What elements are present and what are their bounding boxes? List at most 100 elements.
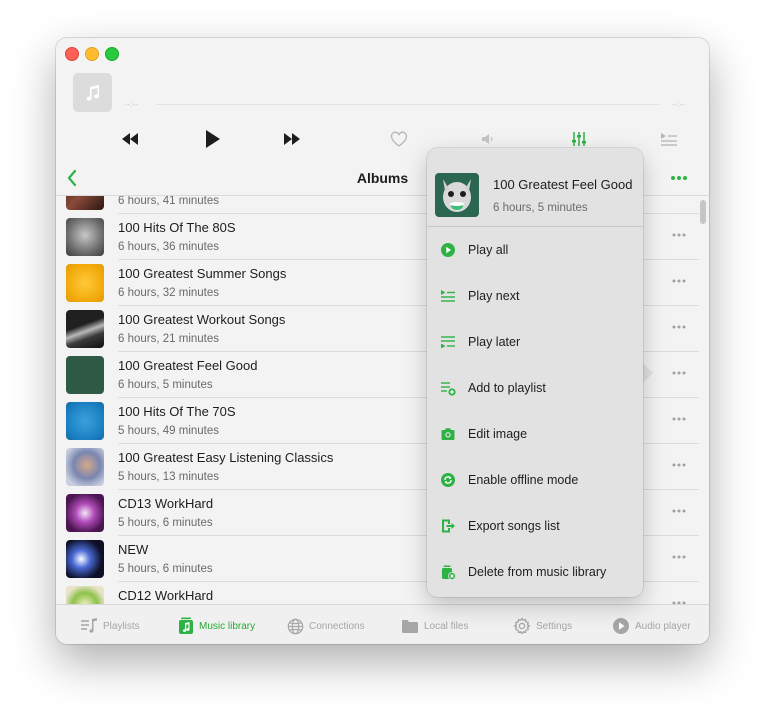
camera-icon bbox=[441, 428, 455, 440]
menu-item-label: Edit image bbox=[468, 427, 528, 441]
album-duration: 5 hours, 6 minutes bbox=[118, 517, 213, 529]
tab-music-library[interactable]: Music library bbox=[178, 616, 255, 636]
album-duration: 5 hours, 6 minutes bbox=[118, 563, 213, 575]
album-duration: 6 hours, 21 minutes bbox=[118, 333, 220, 345]
tab-connections[interactable]: Connections bbox=[287, 616, 365, 636]
equalizer-button[interactable] bbox=[567, 128, 591, 150]
minimize-window-button[interactable] bbox=[85, 47, 99, 61]
row-more-button[interactable] bbox=[668, 504, 690, 518]
album-duration: 6 hours, 41 minutes bbox=[118, 196, 220, 207]
ellipsis-icon bbox=[672, 233, 686, 237]
play-circle-icon bbox=[613, 618, 629, 634]
row-more-button[interactable] bbox=[668, 550, 690, 564]
ellipsis-icon bbox=[672, 371, 686, 375]
row-more-button[interactable] bbox=[668, 274, 690, 288]
volume-button[interactable] bbox=[476, 128, 500, 150]
album-artwork bbox=[66, 402, 104, 440]
popover-album-duration: 6 hours, 5 minutes bbox=[493, 202, 588, 214]
menu-item-enable-offline-mode[interactable]: Enable offline mode bbox=[427, 465, 643, 495]
album-name: 100 Greatest Summer Songs bbox=[118, 266, 287, 281]
album-artwork bbox=[66, 586, 104, 604]
tab-local-files[interactable]: Local files bbox=[401, 616, 468, 636]
tab-audio-player[interactable]: Audio player bbox=[612, 616, 691, 636]
folder-icon bbox=[402, 619, 418, 633]
menu-item-label: Play later bbox=[468, 335, 521, 349]
offline-sync-icon bbox=[441, 473, 455, 487]
fast-forward-button[interactable] bbox=[280, 128, 304, 150]
now-playing-artwork bbox=[73, 73, 112, 112]
playlists-icon bbox=[81, 618, 97, 633]
ellipsis-icon bbox=[672, 463, 686, 467]
row-more-button[interactable] bbox=[668, 228, 690, 242]
heart-icon bbox=[390, 131, 408, 147]
play-button[interactable] bbox=[200, 128, 224, 150]
menu-item-add-to-playlist[interactable]: Add to playlist bbox=[427, 373, 643, 403]
rewind-button[interactable] bbox=[118, 128, 142, 150]
album-name: 100 Hits Of The 80S bbox=[118, 220, 236, 235]
row-more-button[interactable] bbox=[668, 320, 690, 334]
ellipsis-icon bbox=[672, 509, 686, 513]
music-library-icon bbox=[179, 617, 193, 634]
list-scrollbar[interactable] bbox=[700, 200, 706, 224]
tab-settings[interactable]: Settings bbox=[513, 616, 572, 636]
progress-bar[interactable] bbox=[156, 104, 659, 105]
album-name: NEW bbox=[118, 542, 149, 557]
popover-arrow bbox=[642, 362, 653, 384]
menu-item-play-all[interactable]: Play all bbox=[427, 235, 643, 265]
album-artwork bbox=[66, 494, 104, 532]
tab-label: Playlists bbox=[103, 620, 140, 632]
tab-label: Audio player bbox=[635, 620, 691, 632]
tab-playlists[interactable]: Playlists bbox=[80, 616, 140, 636]
album-artwork bbox=[66, 448, 104, 486]
row-more-button[interactable] bbox=[668, 366, 690, 380]
ellipsis-icon bbox=[672, 555, 686, 559]
add-to-playlist-icon bbox=[441, 382, 456, 396]
menu-item-label: Play next bbox=[468, 289, 520, 303]
menu-item-label: Play all bbox=[468, 243, 509, 257]
favorite-button[interactable] bbox=[387, 128, 411, 150]
zoom-window-button[interactable] bbox=[105, 47, 119, 61]
album-artwork bbox=[66, 356, 104, 394]
elapsed-time: --:-- bbox=[125, 100, 138, 109]
rewind-icon bbox=[122, 133, 138, 145]
menu-item-delete-from-music-library[interactable]: Delete from music library bbox=[427, 557, 643, 587]
menu-item-play-next[interactable]: Play next bbox=[427, 281, 643, 311]
menu-item-edit-image[interactable]: Edit image bbox=[427, 419, 643, 449]
tab-label: Connections bbox=[309, 620, 365, 632]
play-circle-icon bbox=[441, 243, 455, 257]
album-artwork bbox=[66, 264, 104, 302]
row-more-button[interactable] bbox=[668, 412, 690, 426]
delete-folder-icon bbox=[442, 565, 456, 580]
remaining-time: --:-- bbox=[672, 100, 685, 109]
ellipsis-icon bbox=[671, 176, 687, 180]
row-more-button[interactable] bbox=[668, 596, 690, 604]
play-next-icon bbox=[441, 290, 455, 302]
ellipsis-icon bbox=[672, 279, 686, 283]
close-window-button[interactable] bbox=[65, 47, 79, 61]
album-duration: 5 hours, 13 minutes bbox=[118, 471, 220, 483]
equalizer-icon bbox=[572, 132, 586, 146]
menu-item-play-later[interactable]: Play later bbox=[427, 327, 643, 357]
popover-divider bbox=[427, 226, 643, 227]
album-name: 100 Greatest Workout Songs bbox=[118, 312, 286, 327]
album-context-menu: 100 Greatest Feel Good 6 hours, 5 minute… bbox=[427, 148, 643, 597]
ellipsis-icon bbox=[672, 417, 686, 421]
menu-item-label: Export songs list bbox=[468, 519, 560, 533]
album-duration: 6 hours, 5 minutes bbox=[118, 379, 213, 391]
queue-icon bbox=[661, 133, 677, 146]
play-icon bbox=[206, 130, 220, 148]
album-name: 100 Greatest Feel Good bbox=[118, 358, 258, 373]
album-duration: 6 hours, 32 minutes bbox=[118, 287, 220, 299]
album-name: CD13 WorkHard bbox=[118, 496, 214, 511]
queue-button[interactable] bbox=[657, 128, 681, 150]
ellipsis-icon bbox=[672, 325, 686, 329]
tab-label: Music library bbox=[199, 620, 256, 632]
album-duration: 6 hours, 36 minutes bbox=[118, 241, 220, 253]
album-name: 100 Hits Of The 70S bbox=[118, 404, 236, 419]
header-more-button[interactable] bbox=[668, 168, 690, 188]
menu-item-export-songs-list[interactable]: Export songs list bbox=[427, 511, 643, 541]
globe-icon bbox=[287, 618, 304, 634]
menu-item-label: Add to playlist bbox=[468, 381, 546, 395]
fast-forward-icon bbox=[284, 133, 300, 145]
row-more-button[interactable] bbox=[668, 458, 690, 472]
